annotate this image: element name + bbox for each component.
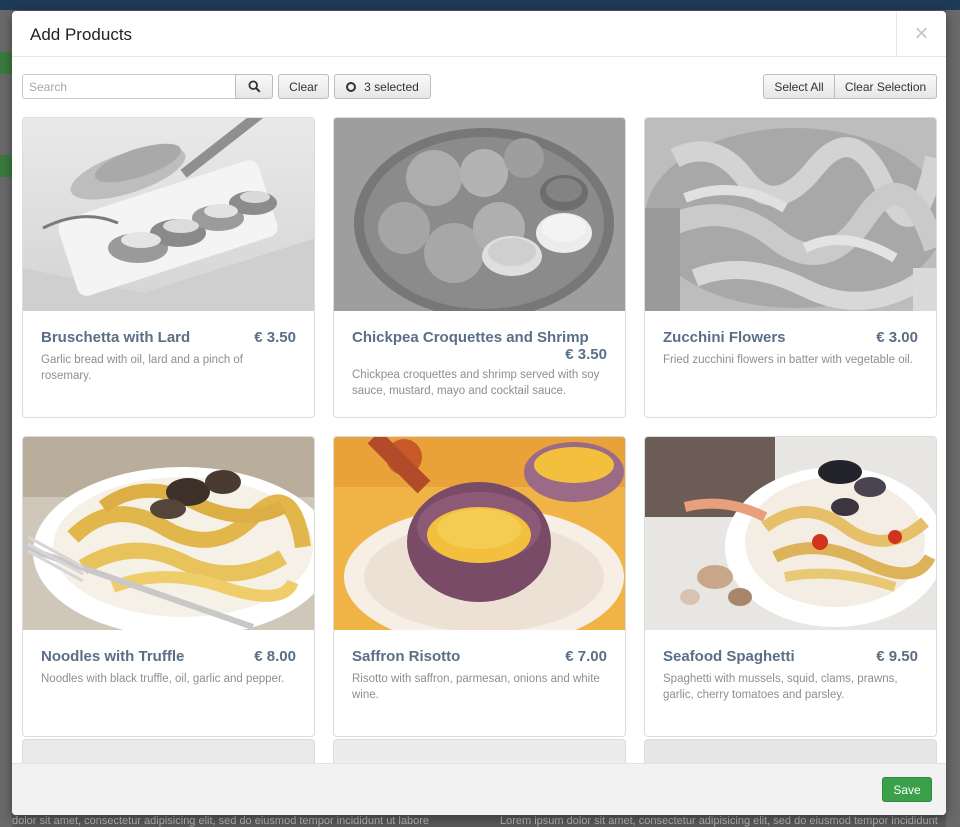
product-card[interactable]: Seafood Spaghetti € 9.50 Spaghetti with … xyxy=(644,436,937,737)
circle-icon xyxy=(346,81,357,92)
search-input[interactable] xyxy=(22,74,236,99)
clear-search-button[interactable]: Clear xyxy=(278,74,329,99)
product-description: Chickpea croquettes and shrimp served wi… xyxy=(352,369,600,397)
product-name: Saffron Risotto xyxy=(352,648,461,665)
selected-count-label: 3 selected xyxy=(364,79,419,94)
add-products-modal: Add Products × Clear 3 selected Select A… xyxy=(12,11,946,815)
product-card-partial[interactable] xyxy=(22,739,315,763)
backdrop-text-right: Lorem ipsum dolor sit amet, consectetur … xyxy=(500,815,938,827)
product-card[interactable]: Saffron Risotto € 7.00 Risotto with saff… xyxy=(333,436,626,737)
modal-footer: Save xyxy=(12,763,946,815)
product-name: Zucchini Flowers xyxy=(663,329,786,346)
page-backdrop-mark xyxy=(0,52,12,74)
select-all-button[interactable]: Select All xyxy=(763,74,835,99)
product-image-zucchini-flowers xyxy=(645,118,936,311)
product-price: € 3.50 xyxy=(254,329,296,346)
search-button[interactable] xyxy=(235,74,273,99)
product-card[interactable]: Bruschetta with Lard € 3.50 Garlic bread… xyxy=(22,117,315,418)
product-card-partial[interactable] xyxy=(644,739,937,763)
product-image-bruschetta xyxy=(23,118,314,311)
close-button[interactable]: × xyxy=(896,11,946,57)
product-description: Fried zucchini flowers in batter with ve… xyxy=(663,354,913,366)
save-button[interactable]: Save xyxy=(882,777,932,802)
product-name: Noodles with Truffle xyxy=(41,648,185,665)
product-grid: Bruschetta with Lard € 3.50 Garlic bread… xyxy=(12,117,946,763)
product-description: Garlic bread with oil, lard and a pinch … xyxy=(41,354,243,382)
product-name: Seafood Spaghetti xyxy=(663,648,795,665)
product-card[interactable]: Zucchini Flowers € 3.00 Fried zucchini f… xyxy=(644,117,937,418)
product-image-seafood-spaghetti xyxy=(645,437,936,630)
product-image-chickpea xyxy=(334,118,625,311)
product-name: Chickpea Croquettes and Shrimp xyxy=(352,329,589,346)
product-price: € 7.00 xyxy=(565,648,607,665)
page-backdrop-header xyxy=(0,0,960,10)
product-card[interactable]: Chickpea Croquettes and Shrimp € 3.50 Ch… xyxy=(333,117,626,418)
product-price: € 3.00 xyxy=(876,329,918,346)
modal-header: Add Products × xyxy=(12,11,946,57)
page-backdrop-mark xyxy=(0,155,12,177)
product-price: € 8.00 xyxy=(254,648,296,665)
product-image-saffron-risotto xyxy=(334,437,625,630)
product-card-partial[interactable] xyxy=(333,739,626,763)
product-price: € 3.50 xyxy=(565,346,607,363)
close-icon: × xyxy=(914,20,929,47)
toolbar: Clear 3 selected Select All Clear Select… xyxy=(12,74,946,100)
selected-count-button[interactable]: 3 selected xyxy=(334,74,431,99)
search-icon xyxy=(247,80,261,93)
product-price: € 9.50 xyxy=(876,648,918,665)
product-description: Spaghetti with mussels, squid, clams, pr… xyxy=(663,673,898,701)
page-backdrop-right xyxy=(946,10,960,827)
product-card[interactable]: Noodles with Truffle € 8.00 Noodles with… xyxy=(22,436,315,737)
product-name: Bruschetta with Lard xyxy=(41,329,191,346)
clear-selection-button[interactable]: Clear Selection xyxy=(834,74,937,99)
backdrop-text-left: dolor sit amet, consectetur adipisicing … xyxy=(12,815,430,827)
modal-title: Add Products xyxy=(30,25,133,44)
product-image-noodles-truffle xyxy=(23,437,314,630)
product-description: Noodles with black truffle, oil, garlic … xyxy=(41,673,285,685)
product-description: Risotto with saffron, parmesan, onions a… xyxy=(352,673,600,701)
page-backdrop-left xyxy=(0,10,12,827)
